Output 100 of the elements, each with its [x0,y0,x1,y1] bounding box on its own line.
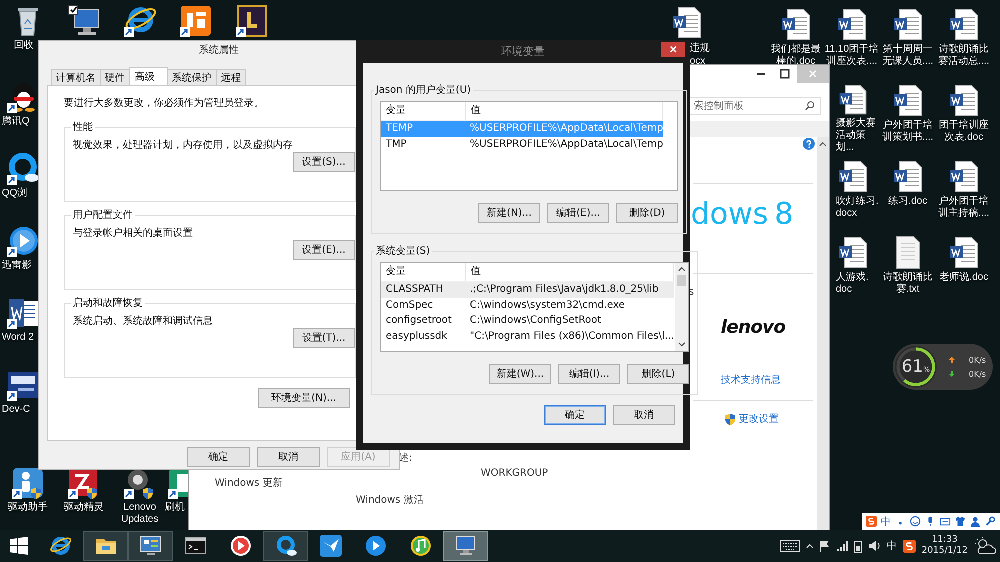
document-icon[interactable] [947,8,981,42]
environment-variables-button[interactable]: 环境变量(N)... [258,388,350,408]
scrollbar[interactable] [675,263,688,351]
dialog-button[interactable]: 确定 [187,447,250,467]
document-icon[interactable] [947,84,981,118]
input-method-icon[interactable] [902,540,916,552]
windows-update-link[interactable]: Windows 更新 [215,476,283,490]
tab[interactable]: 高级 [129,67,168,85]
scroll-up-icon [678,266,686,272]
group-title: Jason 的用户变量(U) [374,84,472,97]
chevron-up-icon[interactable] [806,543,814,549]
battery-icon[interactable] [854,540,862,552]
document-icon[interactable] [6,296,40,330]
user-icon[interactable] [970,516,981,527]
icon-label: 违规 ocx [690,42,711,68]
variable-row[interactable]: TMP %USERPROFILE%\AppData\Local\Temp [381,136,664,152]
keyboard-icon[interactable] [780,540,800,552]
music-icon [408,534,432,558]
column-header[interactable]: 变量 [381,263,466,281]
icon-label: 户外团干培训策划书.... [881,120,935,144]
document-icon[interactable] [947,160,981,194]
play-icon[interactable] [6,224,40,258]
variable-name: CLASSPATH [385,284,444,296]
variable-value: C:\windows\system32\cmd.exe [469,300,625,311]
computer-icon[interactable] [67,4,101,38]
person-icon[interactable] [11,466,45,500]
column-header[interactable]: 变量 [381,102,466,120]
change-settings-link[interactable]: 更改设置 [739,412,779,426]
variable-name: TMP [385,138,408,150]
scrollbar[interactable] [817,137,829,533]
icon-label: 练习.doc [888,196,928,208]
taskbar-button[interactable] [83,531,128,561]
wrench-icon[interactable] [985,516,996,527]
list-action-button[interactable]: 编辑(E)... [547,203,610,223]
settings-button[interactable]: 设置(S)... [293,152,355,172]
list-action-button[interactable]: 删除(D) [616,203,678,223]
dialog-button[interactable]: 确定 [544,405,606,425]
taskbar-button[interactable] [263,531,308,561]
icon-label: 回收 [14,40,34,52]
icon-label: 第十周周一无课人员.... [881,44,935,68]
upload-speed: 0K/s [969,356,986,364]
tab[interactable]: 计算机名 [51,69,101,85]
keyboard-icon[interactable] [940,516,951,527]
weather-icon[interactable] [974,537,996,555]
variable-row[interactable]: configsetroot C:\windows\ConfigSetRoot [381,313,674,328]
flag-icon[interactable] [820,540,830,552]
taskbar-button[interactable] [128,531,173,561]
document-icon[interactable] [947,236,981,270]
icon-label: 户外团干培训主持稿.... [937,196,991,220]
settings-button[interactable]: 设置(T)... [293,328,355,348]
list-action-button[interactable]: 新建(N)... [478,203,540,223]
computer-icon [454,534,478,558]
variable-row[interactable]: easyplussdk "C:\Program Files (x86)\Common Files\l... [381,328,674,344]
document-icon[interactable] [779,8,813,42]
list-action-button[interactable]: 新建(W)... [489,364,552,384]
signal-icon[interactable] [836,540,848,552]
app-icon[interactable] [179,4,213,38]
document-icon[interactable] [891,160,925,194]
clock[interactable]: 11:33 2015/1/12 [922,535,968,557]
group-title: 系统变量(S) [375,244,432,258]
settings-button[interactable]: 设置(E)... [293,240,355,260]
group-description: 系统启动、系统故障和调试信息 [73,314,213,328]
tab[interactable]: 系统保护 [167,69,217,85]
ring-icon[interactable] [6,152,40,186]
dialog-button[interactable]: 取消 [613,405,675,425]
support-link[interactable]: 技术支持信息 [721,373,781,387]
help-icon[interactable] [803,138,815,150]
variable-name: easyplussdk [385,330,448,342]
up-arrow-icon [949,357,955,363]
notice-text: 要进行大多数更改，你必须作为管理员登录。 [64,96,264,110]
shirt-icon[interactable] [955,516,966,527]
icon-label: 老师说.doc [940,272,988,284]
search-field[interactable]: 索控制面板 [689,97,821,115]
tab[interactable]: 远程 [216,69,246,85]
column-header[interactable]: 值 [466,102,664,120]
list-action-button[interactable]: 删除(L) [627,364,690,384]
document-icon[interactable] [891,8,925,42]
document-icon[interactable] [670,6,704,40]
variable-row[interactable]: CLASSPATH .;C:\Program Files\Java\jdk1.8.0_25\lib [381,282,674,298]
close-button[interactable] [661,42,685,57]
document-icon[interactable] [836,236,870,270]
input-language[interactable]: 中 [886,539,897,553]
variable-row[interactable]: ComSpec C:\windows\system32\cmd.exe [381,298,674,313]
document-icon[interactable] [836,160,870,194]
input-mode-toggle[interactable]: 中 [881,514,891,528]
list-action-button[interactable]: 编辑(I)... [558,364,620,384]
close-icon [668,45,678,54]
document-icon[interactable] [891,84,925,118]
column-header[interactable]: 值 [466,263,674,281]
input-method-icon[interactable] [866,516,877,527]
document-icon[interactable] [835,8,869,42]
dialog-title: 系统属性 [198,44,240,58]
game-icon[interactable] [235,4,269,38]
scroll-thumb[interactable] [677,275,686,286]
tab[interactable]: 硬件 [100,69,130,85]
icon-label: 刷机 [165,502,185,514]
smiley-icon[interactable] [910,516,921,527]
dialog-button[interactable]: 取消 [257,447,320,467]
volume-icon[interactable] [868,540,881,552]
variable-value: C:\windows\ConfigSetRoot [469,315,602,326]
